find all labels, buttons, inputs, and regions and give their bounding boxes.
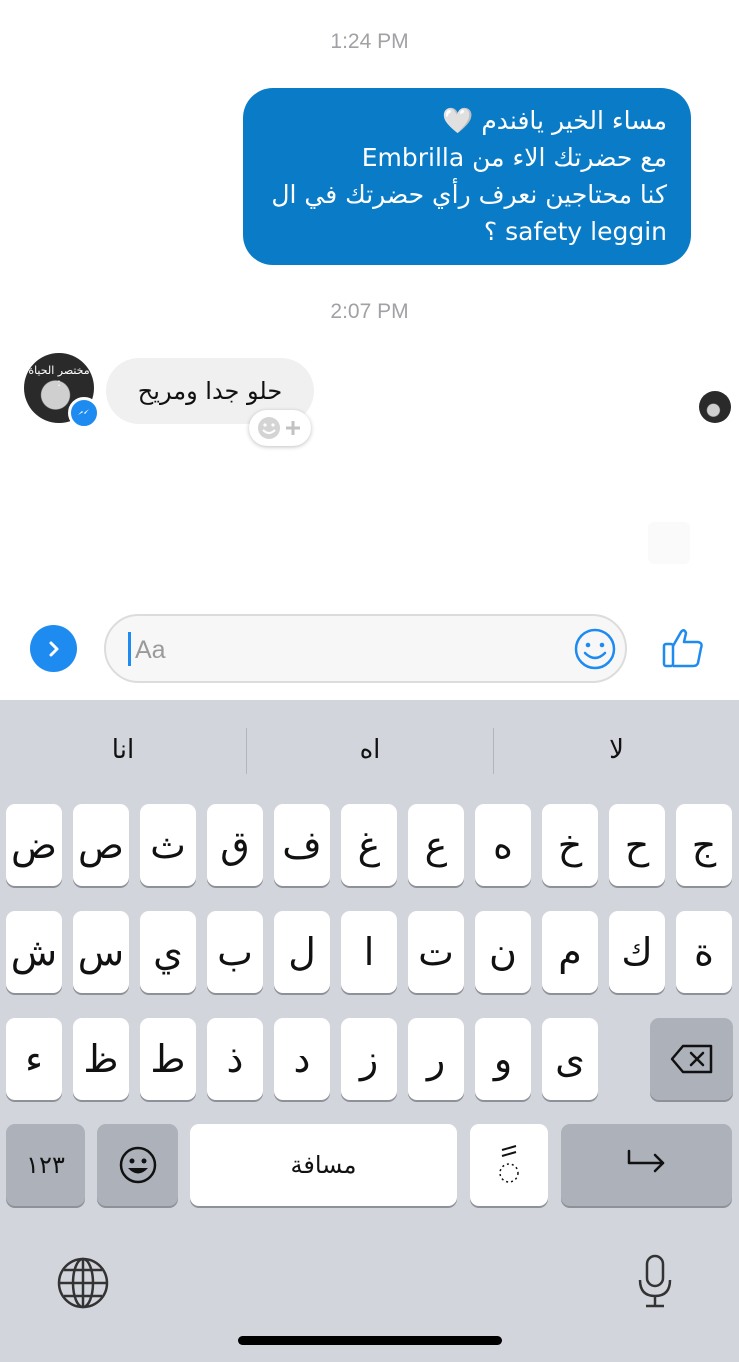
key[interactable]: ح (609, 804, 665, 886)
key[interactable]: خ (542, 804, 598, 886)
suggestion-item[interactable]: لا (494, 700, 739, 800)
key[interactable]: ط (140, 1018, 196, 1100)
suggestion-item[interactable]: انا (0, 700, 246, 800)
message-input[interactable] (133, 626, 557, 674)
add-reaction-icon (258, 417, 300, 439)
contact-avatar[interactable]: مختصر الحياة : (24, 353, 100, 429)
key[interactable]: ى (542, 1018, 598, 1100)
home-indicator[interactable] (238, 1336, 502, 1345)
key[interactable]: ع (408, 804, 464, 886)
message-composer[interactable] (104, 614, 627, 683)
message-line: مساء الخير يافندم 🤍 (442, 106, 667, 135)
key[interactable]: ج (676, 804, 732, 886)
key[interactable]: ر (408, 1018, 464, 1100)
text-caret (128, 632, 131, 666)
timestamp: 1:24 PM (330, 30, 409, 53)
key[interactable]: ك (609, 911, 665, 993)
read-receipt-avatar (699, 391, 731, 423)
key[interactable]: ت (408, 911, 464, 993)
key[interactable]: د (274, 1018, 330, 1100)
key[interactable]: ل (274, 911, 330, 993)
timestamp: 2:07 PM (330, 300, 409, 323)
key[interactable]: و (475, 1018, 531, 1100)
sent-message-bubble[interactable]: مساء الخير يافندم 🤍 مع حضرتك الاء من Emb… (243, 88, 691, 265)
key[interactable]: غ (341, 804, 397, 886)
numbers-key[interactable]: ١٢٣ (6, 1124, 85, 1206)
chevron-right-icon (49, 641, 58, 656)
globe-icon[interactable] (56, 1256, 110, 1310)
received-message-text: حلو جدا ومريح (137, 377, 283, 405)
thumbs-up-icon[interactable] (660, 624, 706, 670)
key[interactable]: ش (6, 911, 62, 993)
key[interactable]: ث (140, 804, 196, 886)
key[interactable]: ء (6, 1018, 62, 1100)
key[interactable]: ظ (73, 1018, 129, 1100)
keyboard: انا اه لا ض ص ث ق ف غ ع ه خ ح ج ش س ي ب … (0, 700, 739, 1362)
key[interactable]: ف (274, 804, 330, 886)
placeholder-box (648, 522, 690, 564)
emoji-key[interactable] (97, 1124, 178, 1206)
key[interactable]: ب (207, 911, 263, 993)
return-key[interactable] (561, 1124, 732, 1206)
avatar-caption: مختصر الحياة : (28, 364, 90, 389)
expand-actions-button[interactable] (30, 625, 77, 672)
key[interactable]: ص (73, 804, 129, 886)
key[interactable]: ا (341, 911, 397, 993)
diacritic-key[interactable] (470, 1124, 548, 1206)
message-line: كنا محتاجين نعرف رأي حضرتك في ال (271, 180, 667, 209)
microphone-icon[interactable] (635, 1252, 675, 1310)
backspace-icon (670, 1044, 712, 1074)
key[interactable]: م (542, 911, 598, 993)
key[interactable]: س (73, 911, 129, 993)
messenger-icon (68, 397, 100, 429)
key[interactable]: ز (341, 1018, 397, 1100)
key[interactable]: ي (140, 911, 196, 993)
key[interactable]: ة (676, 911, 732, 993)
add-reaction-button[interactable] (249, 410, 311, 446)
space-key[interactable]: مسافة (190, 1124, 457, 1206)
key[interactable]: ه (475, 804, 531, 886)
diacritic-icon (499, 1145, 519, 1183)
key[interactable]: ض (6, 804, 62, 886)
key[interactable]: ذ (207, 1018, 263, 1100)
smiley-icon[interactable] (573, 627, 617, 671)
key[interactable]: ن (475, 911, 531, 993)
return-icon (627, 1149, 664, 1173)
key[interactable]: ق (207, 804, 263, 886)
message-line: safety leggin ؟ (483, 217, 667, 246)
backspace-key[interactable] (650, 1018, 733, 1100)
message-line: مع حضرتك الاء من Embrilla (361, 143, 667, 172)
suggestion-item[interactable]: اه (247, 700, 493, 800)
emoji-keyboard-icon (119, 1146, 156, 1184)
